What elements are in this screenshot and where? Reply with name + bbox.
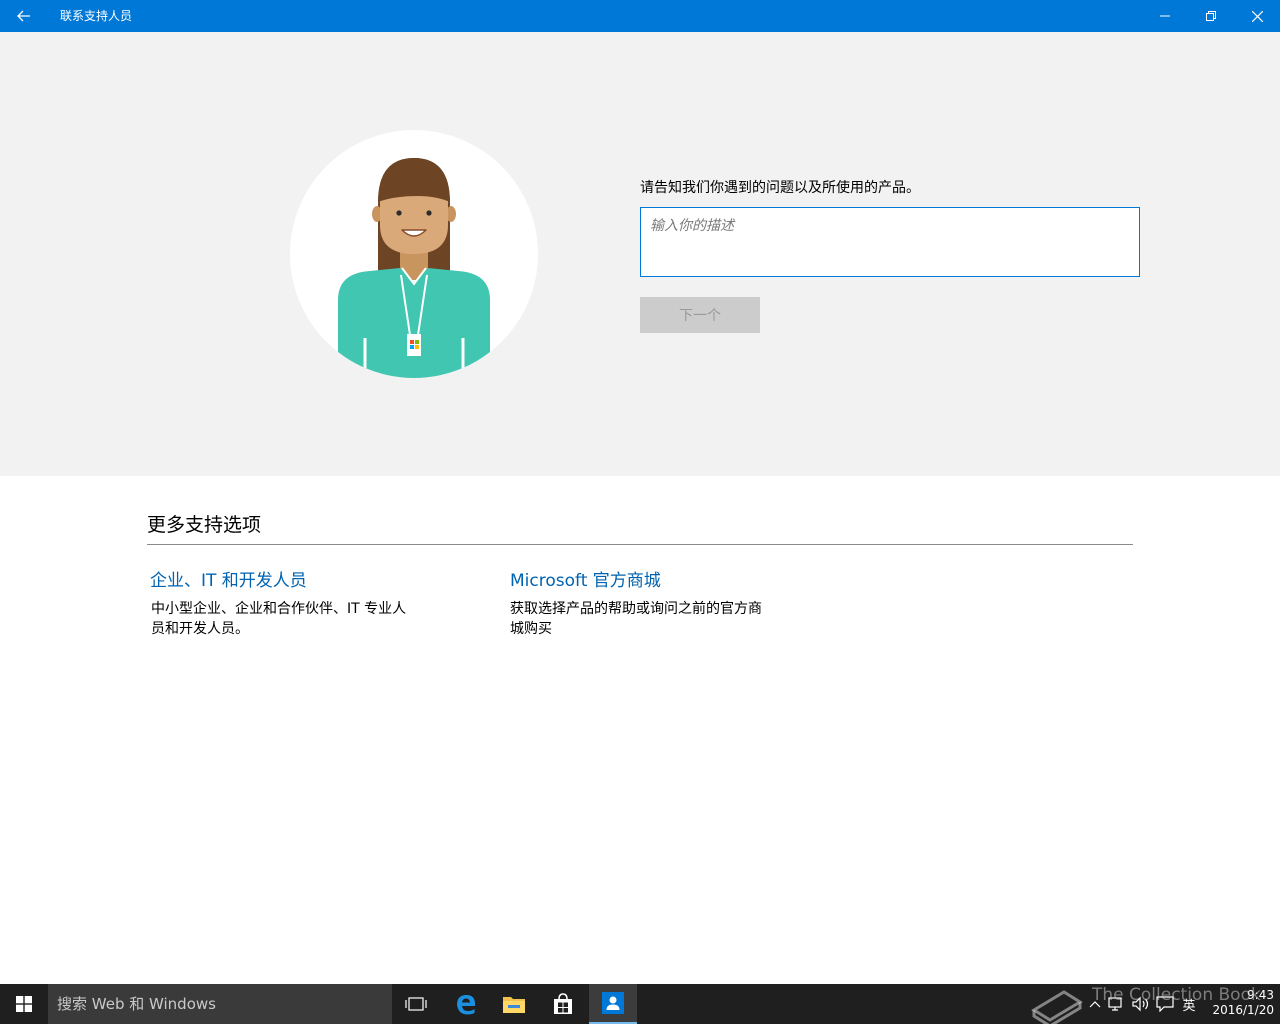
taskbar-search-input[interactable]: [48, 984, 392, 1024]
start-button[interactable]: [0, 984, 48, 1024]
file-explorer-button[interactable]: [490, 984, 538, 1024]
taskbar: 英 9:43 2016/1/20: [0, 984, 1280, 1024]
clock-date: 2016/1/20: [1212, 1003, 1274, 1017]
next-button[interactable]: 下一个: [640, 297, 760, 333]
system-clock[interactable]: 9:43 2016/1/20: [1200, 988, 1274, 1018]
contact-panel: 请告知我们你遇到的问题以及所使用的产品。 下一个: [0, 32, 1280, 476]
edge-icon: [457, 995, 475, 1015]
clock-time: 9:43: [1247, 988, 1274, 1002]
minimize-button[interactable]: [1142, 0, 1188, 32]
restore-icon: [1206, 11, 1216, 21]
support-agent-illustration: [338, 158, 490, 378]
window-title: 联系支持人员: [60, 9, 133, 23]
task-view-button[interactable]: [392, 984, 440, 1024]
description-input[interactable]: [640, 207, 1140, 277]
business-it-developers-description: 中小型企业、企业和合作伙伴、IT 专业人员和开发人员。: [151, 601, 407, 637]
store-icon: [554, 993, 572, 1014]
volume-icon[interactable]: [1131, 994, 1151, 1014]
business-it-developers-link[interactable]: 企业、IT 和开发人员: [150, 566, 307, 591]
issue-prompt: 请告知我们你遇到的问题以及所使用的产品。: [640, 180, 920, 196]
title-bar: 联系支持人员: [0, 0, 1280, 32]
windows-logo-icon: [16, 996, 32, 1012]
action-center-icon[interactable]: [1155, 994, 1175, 1014]
back-arrow-icon: [17, 10, 30, 22]
task-view-icon: [405, 997, 427, 1011]
restore-button[interactable]: [1188, 0, 1234, 32]
close-icon: [1251, 10, 1263, 22]
close-button[interactable]: [1234, 0, 1280, 32]
support-agent-avatar: [290, 130, 538, 378]
contact-support-icon: [602, 992, 624, 1014]
input-method-indicator[interactable]: 英: [1179, 994, 1199, 1014]
section-divider: [147, 544, 1133, 545]
network-icon[interactable]: [1107, 994, 1127, 1014]
more-support-title: 更多支持选项: [147, 514, 262, 536]
minimize-icon: [1160, 15, 1170, 17]
microsoft-store-description: 获取选择产品的帮助或询问之前的官方商城购买: [510, 601, 762, 637]
store-button[interactable]: [539, 984, 587, 1024]
microsoft-store-link[interactable]: Microsoft 官方商城: [510, 566, 661, 591]
edge-browser-button[interactable]: [442, 984, 490, 1024]
show-hidden-icons-chevron-icon[interactable]: [1085, 994, 1105, 1014]
contact-support-taskbar-button[interactable]: [589, 984, 637, 1024]
folder-icon: [503, 997, 525, 1013]
back-button[interactable]: [0, 0, 48, 32]
